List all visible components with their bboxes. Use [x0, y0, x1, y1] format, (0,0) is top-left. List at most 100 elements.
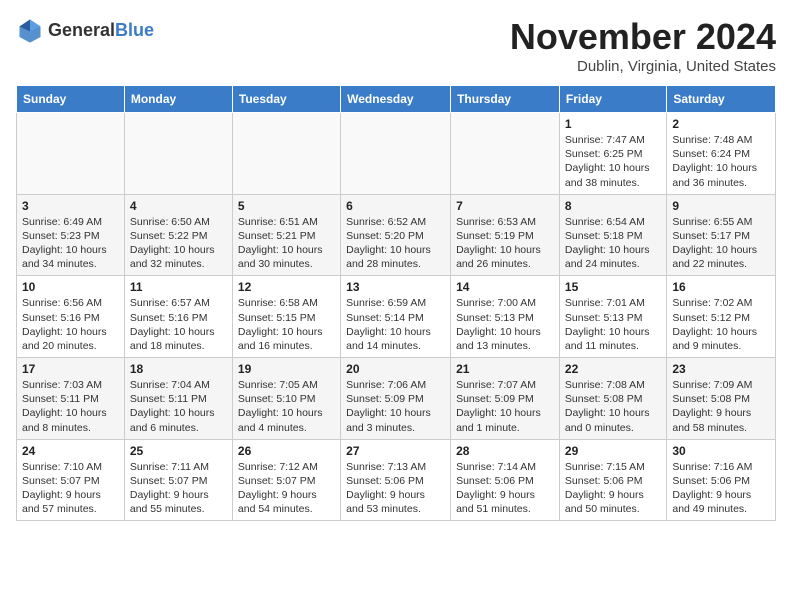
- day-number: 24: [22, 444, 119, 458]
- day-info: Sunrise: 7:14 AM Sunset: 5:06 PM Dayligh…: [456, 460, 554, 517]
- day-number: 10: [22, 280, 119, 294]
- day-info: Sunrise: 6:53 AM Sunset: 5:19 PM Dayligh…: [456, 215, 554, 272]
- calendar-cell: 20 Sunrise: 7:06 AM Sunset: 5:09 PM Dayli…: [341, 358, 451, 440]
- calendar-cell: 29 Sunrise: 7:15 AM Sunset: 5:06 PM Dayli…: [559, 439, 666, 521]
- day-number: 27: [346, 444, 445, 458]
- calendar-week-1: 1 Sunrise: 7:47 AM Sunset: 6:25 PM Daylig…: [17, 113, 776, 195]
- weekday-header-monday: Monday: [124, 86, 232, 113]
- day-info: Sunrise: 6:55 AM Sunset: 5:17 PM Dayligh…: [672, 215, 770, 272]
- calendar-cell: 24 Sunrise: 7:10 AM Sunset: 5:07 PM Dayli…: [17, 439, 125, 521]
- calendar-cell: 1 Sunrise: 7:47 AM Sunset: 6:25 PM Daylig…: [559, 113, 666, 195]
- day-number: 21: [456, 362, 554, 376]
- day-info: Sunrise: 6:56 AM Sunset: 5:16 PM Dayligh…: [22, 296, 119, 353]
- day-number: 30: [672, 444, 770, 458]
- day-number: 2: [672, 117, 770, 131]
- calendar-cell: 10 Sunrise: 6:56 AM Sunset: 5:16 PM Dayli…: [17, 276, 125, 358]
- day-info: Sunrise: 7:04 AM Sunset: 5:11 PM Dayligh…: [130, 378, 227, 435]
- calendar-cell: [341, 113, 451, 195]
- calendar-week-2: 3 Sunrise: 6:49 AM Sunset: 5:23 PM Daylig…: [17, 194, 776, 276]
- calendar-cell: 23 Sunrise: 7:09 AM Sunset: 5:08 PM Dayli…: [667, 358, 776, 440]
- day-number: 12: [238, 280, 335, 294]
- day-number: 1: [565, 117, 661, 131]
- calendar-week-5: 24 Sunrise: 7:10 AM Sunset: 5:07 PM Dayli…: [17, 439, 776, 521]
- day-number: 28: [456, 444, 554, 458]
- day-number: 7: [456, 199, 554, 213]
- logo-blue-text: Blue: [115, 20, 154, 40]
- day-info: Sunrise: 7:16 AM Sunset: 5:06 PM Dayligh…: [672, 460, 770, 517]
- calendar-cell: 26Sunrise: 7:12 AM Sunset: 5:07 PM Dayli…: [232, 439, 340, 521]
- calendar-cell: 18 Sunrise: 7:04 AM Sunset: 5:11 PM Dayli…: [124, 358, 232, 440]
- weekday-header-thursday: Thursday: [451, 86, 560, 113]
- day-number: 25: [130, 444, 227, 458]
- calendar-cell: 22 Sunrise: 7:08 AM Sunset: 5:08 PM Dayli…: [559, 358, 666, 440]
- day-number: 23: [672, 362, 770, 376]
- weekday-header-saturday: Saturday: [667, 86, 776, 113]
- title-area: November 2024 Dublin, Virginia, United S…: [510, 16, 776, 75]
- weekday-header-wednesday: Wednesday: [341, 86, 451, 113]
- header: GeneralBlue November 2024 Dublin, Virgin…: [16, 16, 776, 75]
- day-number: 16: [672, 280, 770, 294]
- day-info: Sunrise: 6:58 AM Sunset: 5:15 PM Dayligh…: [238, 296, 335, 353]
- day-info: Sunrise: 6:49 AM Sunset: 5:23 PM Dayligh…: [22, 215, 119, 272]
- day-info: Sunrise: 6:54 AM Sunset: 5:18 PM Dayligh…: [565, 215, 661, 272]
- weekday-header-friday: Friday: [559, 86, 666, 113]
- day-info: Sunrise: 7:10 AM Sunset: 5:07 PM Dayligh…: [22, 460, 119, 517]
- calendar-cell: 7 Sunrise: 6:53 AM Sunset: 5:19 PM Daylig…: [451, 194, 560, 276]
- weekday-header-row: SundayMondayTuesdayWednesdayThursdayFrid…: [17, 86, 776, 113]
- day-info: Sunrise: 7:15 AM Sunset: 5:06 PM Dayligh…: [565, 460, 661, 517]
- day-info: Sunrise: 6:57 AM Sunset: 5:16 PM Dayligh…: [130, 296, 227, 353]
- day-number: 14: [456, 280, 554, 294]
- calendar-cell: [17, 113, 125, 195]
- day-info: Sunrise: 7:03 AM Sunset: 5:11 PM Dayligh…: [22, 378, 119, 435]
- day-number: 19: [238, 362, 335, 376]
- day-number: 17: [22, 362, 119, 376]
- day-number: 3: [22, 199, 119, 213]
- day-number: 18: [130, 362, 227, 376]
- day-info: Sunrise: 7:13 AM Sunset: 5:06 PM Dayligh…: [346, 460, 445, 517]
- day-info: Sunrise: 6:59 AM Sunset: 5:14 PM Dayligh…: [346, 296, 445, 353]
- day-number: 20: [346, 362, 445, 376]
- calendar-cell: [232, 113, 340, 195]
- calendar-week-4: 17 Sunrise: 7:03 AM Sunset: 5:11 PM Dayli…: [17, 358, 776, 440]
- day-number: 6: [346, 199, 445, 213]
- day-info: Sunrise: 7:09 AM Sunset: 5:08 PM Dayligh…: [672, 378, 770, 435]
- day-info: Sunrise: 7:01 AM Sunset: 5:13 PM Dayligh…: [565, 296, 661, 353]
- day-info: Sunrise: 7:00 AM Sunset: 5:13 PM Dayligh…: [456, 296, 554, 353]
- day-number: 8: [565, 199, 661, 213]
- day-number: 29: [565, 444, 661, 458]
- day-number: 15: [565, 280, 661, 294]
- calendar-cell: 13 Sunrise: 6:59 AM Sunset: 5:14 PM Dayli…: [341, 276, 451, 358]
- day-info: Sunrise: 6:51 AM Sunset: 5:21 PM Dayligh…: [238, 215, 335, 272]
- weekday-header-sunday: Sunday: [17, 86, 125, 113]
- day-number: 26: [238, 444, 335, 458]
- day-number: 9: [672, 199, 770, 213]
- calendar-cell: 16Sunrise: 7:02 AM Sunset: 5:12 PM Dayli…: [667, 276, 776, 358]
- logo-general-text: General: [48, 20, 115, 40]
- calendar-cell: 21Sunrise: 7:07 AM Sunset: 5:09 PM Dayli…: [451, 358, 560, 440]
- day-info: Sunrise: 7:06 AM Sunset: 5:09 PM Dayligh…: [346, 378, 445, 435]
- day-number: 11: [130, 280, 227, 294]
- calendar-cell: 11 Sunrise: 6:57 AM Sunset: 5:16 PM Dayli…: [124, 276, 232, 358]
- calendar-table: SundayMondayTuesdayWednesdayThursdayFrid…: [16, 85, 776, 521]
- calendar-cell: 17 Sunrise: 7:03 AM Sunset: 5:11 PM Dayli…: [17, 358, 125, 440]
- day-info: Sunrise: 7:11 AM Sunset: 5:07 PM Dayligh…: [130, 460, 227, 517]
- location-title: Dublin, Virginia, United States: [510, 58, 776, 75]
- day-info: Sunrise: 7:05 AM Sunset: 5:10 PM Dayligh…: [238, 378, 335, 435]
- calendar-cell: 3 Sunrise: 6:49 AM Sunset: 5:23 PM Daylig…: [17, 194, 125, 276]
- calendar-cell: [124, 113, 232, 195]
- day-info: Sunrise: 7:47 AM Sunset: 6:25 PM Dayligh…: [565, 133, 661, 190]
- calendar-body: 1 Sunrise: 7:47 AM Sunset: 6:25 PM Daylig…: [17, 113, 776, 521]
- calendar-cell: 9 Sunrise: 6:55 AM Sunset: 5:17 PM Daylig…: [667, 194, 776, 276]
- calendar-cell: 15 Sunrise: 7:01 AM Sunset: 5:13 PM Dayli…: [559, 276, 666, 358]
- calendar-cell: 14 Sunrise: 7:00 AM Sunset: 5:13 PM Dayli…: [451, 276, 560, 358]
- day-info: Sunrise: 7:08 AM Sunset: 5:08 PM Dayligh…: [565, 378, 661, 435]
- calendar-cell: [451, 113, 560, 195]
- logo: GeneralBlue: [16, 16, 154, 44]
- calendar-cell: 6 Sunrise: 6:52 AM Sunset: 5:20 PM Daylig…: [341, 194, 451, 276]
- day-info: Sunrise: 6:52 AM Sunset: 5:20 PM Dayligh…: [346, 215, 445, 272]
- day-number: 22: [565, 362, 661, 376]
- day-info: Sunrise: 6:50 AM Sunset: 5:22 PM Dayligh…: [130, 215, 227, 272]
- calendar-cell: 28 Sunrise: 7:14 AM Sunset: 5:06 PM Dayli…: [451, 439, 560, 521]
- day-number: 13: [346, 280, 445, 294]
- calendar-cell: 30 Sunrise: 7:16 AM Sunset: 5:06 PM Dayli…: [667, 439, 776, 521]
